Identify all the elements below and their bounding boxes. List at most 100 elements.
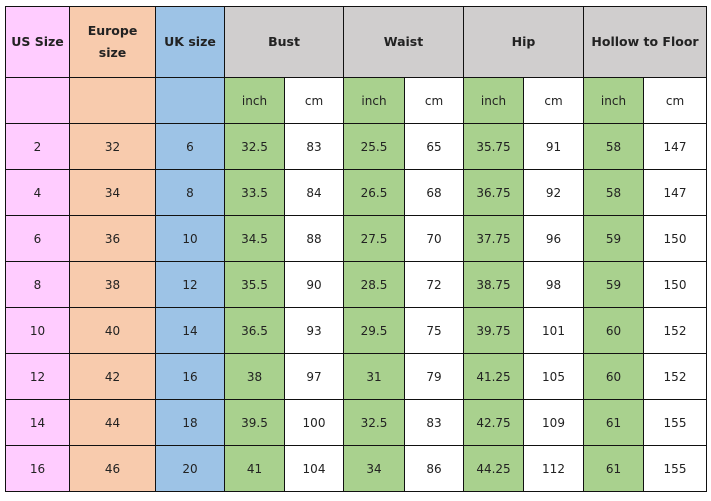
cell-uk-size: 6: [155, 123, 225, 170]
cell-hollow-cm: 152: [643, 353, 707, 400]
cell-waist-inch: 34: [343, 445, 405, 492]
cell-europe-size: 46: [69, 445, 156, 492]
unit-inch: inch: [463, 77, 524, 124]
header-row: US Size Europe size UK size Bust Waist H…: [5, 6, 707, 78]
cell-hollow-inch: 58: [583, 169, 644, 216]
cell-europe-size: 32: [69, 123, 156, 170]
cell-hip-cm: 92: [523, 169, 584, 216]
cell-hollow-cm: 147: [643, 123, 707, 170]
unit-cm: cm: [404, 77, 464, 124]
cell-us-size: 14: [5, 399, 70, 446]
cell-us-size: 10: [5, 307, 70, 354]
cell-bust-inch: 36.5: [224, 307, 285, 354]
cell-hip-inch: 37.75: [463, 215, 524, 262]
cell-bust-cm: 100: [284, 399, 344, 446]
cell-bust-cm: 84: [284, 169, 344, 216]
table-row: 8 38 12 35.5 90 28.5 72 38.75 98 59 150: [5, 261, 707, 308]
size-chart-table: US Size Europe size UK size Bust Waist H…: [5, 6, 707, 492]
cell-waist-inch: 27.5: [343, 215, 405, 262]
cell-europe-size: 44: [69, 399, 156, 446]
cell-europe-size: 40: [69, 307, 156, 354]
header-hip: Hip: [463, 6, 584, 78]
cell-hip-inch: 44.25: [463, 445, 524, 492]
cell-uk-size: 8: [155, 169, 225, 216]
cell-bust-inch: 38: [224, 353, 285, 400]
cell-hip-cm: 109: [523, 399, 584, 446]
header-europe-size: Europe size: [69, 6, 156, 78]
cell-us-size: 2: [5, 123, 70, 170]
cell-hip-inch: 42.75: [463, 399, 524, 446]
cell-waist-cm: 79: [404, 353, 464, 400]
cell-hip-inch: 39.75: [463, 307, 524, 354]
cell-bust-inch: 32.5: [224, 123, 285, 170]
cell-waist-inch: 31: [343, 353, 405, 400]
cell-hollow-inch: 61: [583, 445, 644, 492]
table-row: 6 36 10 34.5 88 27.5 70 37.75 96 59 150: [5, 215, 707, 262]
cell-waist-cm: 86: [404, 445, 464, 492]
cell-hip-cm: 112: [523, 445, 584, 492]
cell-hollow-cm: 150: [643, 215, 707, 262]
cell-waist-inch: 25.5: [343, 123, 405, 170]
cell-hip-inch: 35.75: [463, 123, 524, 170]
units-row: inch cm inch cm inch cm inch cm: [5, 77, 707, 124]
cell-us-size: 6: [5, 215, 70, 262]
cell-hip-cm: 98: [523, 261, 584, 308]
cell-europe-size: 36: [69, 215, 156, 262]
table-row: 12 42 16 38 97 31 79 41.25 105 60 152: [5, 353, 707, 400]
cell-hollow-inch: 58: [583, 123, 644, 170]
cell-waist-cm: 68: [404, 169, 464, 216]
cell-bust-inch: 41: [224, 445, 285, 492]
cell-us-size: 12: [5, 353, 70, 400]
header-us-size: US Size: [5, 6, 70, 78]
unit-cm: cm: [643, 77, 707, 124]
cell-waist-cm: 65: [404, 123, 464, 170]
cell-bust-cm: 93: [284, 307, 344, 354]
cell-hollow-cm: 155: [643, 445, 707, 492]
cell-waist-cm: 75: [404, 307, 464, 354]
cell-us-size: 4: [5, 169, 70, 216]
unit-blank: [5, 77, 70, 124]
cell-hip-inch: 38.75: [463, 261, 524, 308]
cell-waist-cm: 70: [404, 215, 464, 262]
cell-uk-size: 16: [155, 353, 225, 400]
cell-waist-inch: 29.5: [343, 307, 405, 354]
cell-us-size: 16: [5, 445, 70, 492]
cell-bust-inch: 35.5: [224, 261, 285, 308]
cell-hollow-cm: 152: [643, 307, 707, 354]
unit-inch: inch: [583, 77, 644, 124]
table-row: 14 44 18 39.5 100 32.5 83 42.75 109 61 155: [5, 399, 707, 446]
cell-uk-size: 20: [155, 445, 225, 492]
header-hollow-to-floor: Hollow to Floor: [583, 6, 707, 78]
table-row: 4 34 8 33.5 84 26.5 68 36.75 92 58 147: [5, 169, 707, 216]
cell-uk-size: 18: [155, 399, 225, 446]
unit-cm: cm: [523, 77, 584, 124]
cell-hip-inch: 41.25: [463, 353, 524, 400]
cell-bust-cm: 104: [284, 445, 344, 492]
cell-uk-size: 12: [155, 261, 225, 308]
cell-hip-cm: 105: [523, 353, 584, 400]
cell-hollow-inch: 61: [583, 399, 644, 446]
cell-hip-cm: 91: [523, 123, 584, 170]
cell-uk-size: 10: [155, 215, 225, 262]
cell-waist-inch: 26.5: [343, 169, 405, 216]
unit-inch: inch: [343, 77, 405, 124]
unit-blank: [69, 77, 156, 124]
cell-uk-size: 14: [155, 307, 225, 354]
cell-hollow-inch: 59: [583, 261, 644, 308]
cell-bust-inch: 33.5: [224, 169, 285, 216]
cell-hollow-cm: 150: [643, 261, 707, 308]
cell-waist-cm: 83: [404, 399, 464, 446]
unit-cm: cm: [284, 77, 344, 124]
cell-hollow-cm: 155: [643, 399, 707, 446]
cell-hollow-inch: 59: [583, 215, 644, 262]
cell-bust-inch: 39.5: [224, 399, 285, 446]
cell-waist-cm: 72: [404, 261, 464, 308]
cell-bust-cm: 83: [284, 123, 344, 170]
header-bust: Bust: [224, 6, 344, 78]
cell-waist-inch: 28.5: [343, 261, 405, 308]
cell-europe-size: 34: [69, 169, 156, 216]
unit-blank: [155, 77, 225, 124]
header-waist: Waist: [343, 6, 464, 78]
cell-hollow-inch: 60: [583, 353, 644, 400]
cell-hip-cm: 96: [523, 215, 584, 262]
